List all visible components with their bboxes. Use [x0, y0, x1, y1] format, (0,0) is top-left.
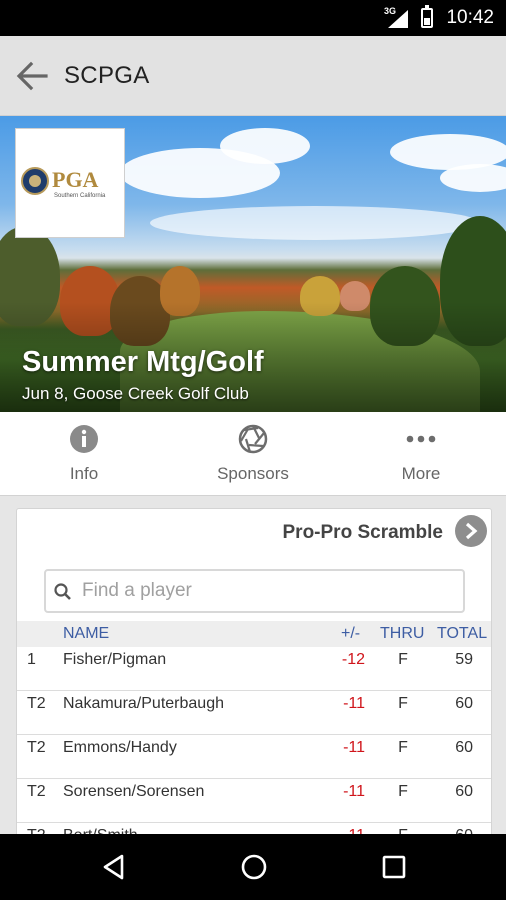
- pga-seal-icon: [21, 167, 49, 195]
- more-dots-icon: [406, 424, 436, 454]
- cell-signal-icon: 3G: [384, 6, 410, 28]
- search-input[interactable]: [82, 578, 452, 604]
- event-subtitle: Jun 8, Goose Creek Golf Club: [22, 384, 249, 403]
- aperture-icon: [238, 424, 268, 454]
- row-team-name: Emmons/Handy: [63, 739, 177, 756]
- row-total: 60: [455, 739, 473, 756]
- row-thru: F: [398, 783, 408, 800]
- battery-icon: [421, 5, 433, 28]
- logo-text: PGA: [52, 167, 99, 192]
- arrow-back-icon[interactable]: [14, 58, 50, 94]
- chevron-right-icon[interactable]: [455, 515, 487, 547]
- row-position: T2: [27, 783, 46, 800]
- row-to-par: -11: [343, 783, 365, 800]
- table-row[interactable]: T2 Nakamura/Puterbaugh -11 F 60: [17, 691, 491, 735]
- tab-sponsors[interactable]: Sponsors: [169, 412, 337, 496]
- round-title[interactable]: Pro-Pro Scramble: [283, 522, 444, 544]
- clock: 10:42: [446, 7, 494, 28]
- row-position: T2: [27, 695, 46, 712]
- row-to-par: -12: [341, 651, 365, 668]
- info-icon: [69, 424, 99, 454]
- tab-more-label: More: [401, 464, 441, 483]
- col-to-par[interactable]: +/-: [341, 625, 360, 643]
- table-row[interactable]: T2 Emmons/Handy -11 F 60: [17, 735, 491, 779]
- nav-back-icon[interactable]: [98, 851, 130, 883]
- tab-more[interactable]: More: [337, 412, 505, 496]
- row-team-name: Nakamura/Puterbaugh: [63, 695, 224, 712]
- row-position: 1: [27, 651, 36, 668]
- pga-logo: PGA Southern California: [15, 128, 125, 238]
- row-team-name: Fisher/Pigman: [63, 651, 167, 668]
- app-title: SCPGA: [64, 62, 150, 89]
- row-thru: F: [398, 695, 408, 712]
- nav-recents-icon[interactable]: [378, 851, 410, 883]
- status-bar: 3G 10:42: [0, 0, 506, 36]
- logo-subtext: Southern California: [54, 193, 106, 199]
- row-to-par: -11: [343, 695, 365, 712]
- row-total: 59: [455, 651, 473, 668]
- tab-bar: Info Sponsors More: [0, 412, 506, 496]
- row-position: T2: [27, 739, 46, 756]
- col-thru[interactable]: THRU: [380, 625, 424, 643]
- leaderboard-card: Pro-Pro Scramble NAME +/- THRU TOTAL 1 F…: [16, 508, 492, 848]
- row-team-name: Sorensen/Sorensen: [63, 783, 205, 800]
- app-bar: SCPGA: [0, 36, 506, 116]
- table-row[interactable]: 1 Fisher/Pigman -12 F 59: [17, 647, 491, 691]
- event-hero: PGA Southern California Summer Mtg/Golf …: [0, 116, 506, 412]
- tab-info[interactable]: Info: [0, 412, 168, 496]
- search-icon: [54, 583, 71, 600]
- system-nav-bar: [0, 834, 506, 900]
- nav-home-icon[interactable]: [238, 851, 270, 883]
- player-search[interactable]: [44, 569, 465, 613]
- row-total: 60: [455, 783, 473, 800]
- tab-info-label: Info: [69, 464, 99, 483]
- row-thru: F: [398, 651, 408, 668]
- col-total[interactable]: TOTAL: [437, 625, 487, 643]
- event-title: Summer Mtg/Golf: [22, 346, 264, 378]
- row-to-par: -11: [343, 739, 365, 756]
- table-row[interactable]: T2 Sorensen/Sorensen -11 F 60: [17, 779, 491, 823]
- col-name[interactable]: NAME: [63, 625, 109, 643]
- tab-sponsors-label: Sponsors: [217, 464, 289, 483]
- row-thru: F: [398, 739, 408, 756]
- row-total: 60: [455, 695, 473, 712]
- table-header: NAME +/- THRU TOTAL: [17, 621, 491, 647]
